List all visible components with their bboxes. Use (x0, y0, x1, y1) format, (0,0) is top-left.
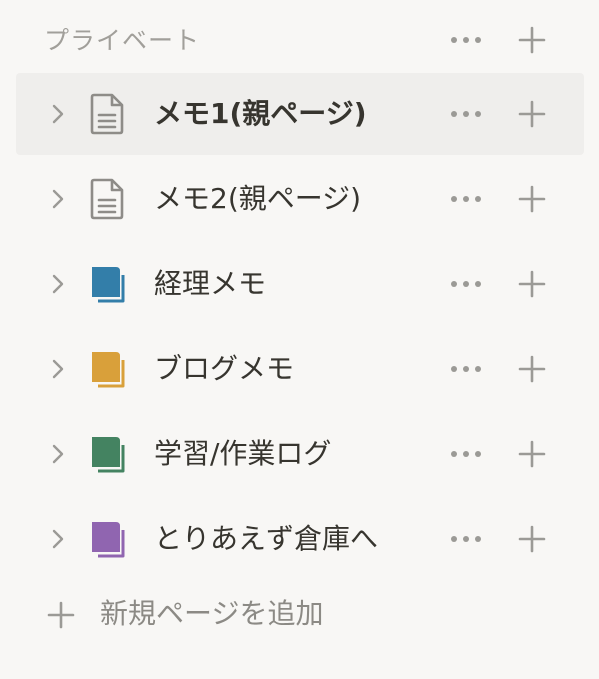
expand-toggle[interactable] (46, 527, 70, 551)
chevron-right-icon (52, 104, 64, 124)
notebook-icon (88, 263, 126, 305)
row-add-subpage-button[interactable] (516, 268, 548, 300)
page-row-memo2[interactable]: メモ2(親ページ) (16, 158, 584, 240)
row-more-button[interactable] (446, 185, 486, 213)
more-horizontal-icon (451, 196, 481, 202)
page-title: とりあえず倉庫へ (154, 522, 379, 555)
row-add-subpage-button[interactable] (516, 523, 548, 555)
plus-icon (518, 185, 546, 213)
row-add-subpage-button[interactable] (516, 183, 548, 215)
expand-toggle[interactable] (46, 442, 70, 466)
expand-toggle[interactable] (46, 187, 70, 211)
page-title: 経理メモ (154, 267, 267, 300)
plus-icon (518, 440, 546, 468)
plus-icon (518, 26, 546, 54)
row-more-button[interactable] (446, 270, 486, 298)
add-new-page-button[interactable]: 新規ページを追加 (0, 578, 599, 654)
row-more-button[interactable] (446, 100, 486, 128)
more-horizontal-icon (451, 451, 481, 457)
plus-icon (518, 100, 546, 128)
row-more-button[interactable] (446, 440, 486, 468)
section-add-button[interactable] (516, 24, 548, 56)
document-icon (88, 178, 126, 220)
page-row-warehouse[interactable]: とりあえず倉庫へ (16, 498, 584, 580)
row-add-subpage-button[interactable] (516, 353, 548, 385)
row-add-subpage-button[interactable] (516, 98, 548, 130)
chevron-right-icon (52, 444, 64, 464)
more-horizontal-icon (451, 536, 481, 542)
plus-icon (518, 355, 546, 383)
row-more-button[interactable] (446, 525, 486, 553)
page-row-accounting[interactable]: 経理メモ (16, 243, 584, 325)
section-header-private[interactable]: プライベート (0, 0, 599, 80)
chevron-right-icon (52, 359, 64, 379)
more-horizontal-icon (451, 111, 481, 117)
page-title: メモ1(親ページ) (154, 97, 367, 130)
page-title: 学習/作業ログ (154, 437, 332, 470)
more-horizontal-icon (451, 37, 481, 43)
notebook-icon (88, 518, 126, 560)
section-title: プライベート (44, 26, 201, 55)
notebook-icon (88, 348, 126, 390)
sidebar: プライベート メモ1(親ページ) メモ2(親ページ) 経理メモ ブログメモ 学習… (0, 0, 599, 679)
more-horizontal-icon (451, 366, 481, 372)
page-row-memo1[interactable]: メモ1(親ページ) (16, 73, 584, 155)
section-more-button[interactable] (446, 26, 486, 54)
page-title: ブログメモ (154, 352, 295, 385)
plus-icon (518, 525, 546, 553)
document-icon (88, 93, 126, 135)
page-row-study-log[interactable]: 学習/作業ログ (16, 413, 584, 495)
plus-icon (518, 270, 546, 298)
plus-icon (46, 600, 76, 630)
add-new-page-label: 新規ページを追加 (100, 597, 324, 630)
more-horizontal-icon (451, 281, 481, 287)
page-title: メモ2(親ページ) (154, 182, 362, 215)
expand-toggle[interactable] (46, 272, 70, 296)
chevron-right-icon (52, 274, 64, 294)
chevron-right-icon (52, 529, 64, 549)
chevron-right-icon (52, 189, 64, 209)
page-row-blog[interactable]: ブログメモ (16, 328, 584, 410)
expand-toggle[interactable] (46, 102, 70, 126)
row-more-button[interactable] (446, 355, 486, 383)
row-add-subpage-button[interactable] (516, 438, 548, 470)
expand-toggle[interactable] (46, 357, 70, 381)
notebook-icon (88, 433, 126, 475)
